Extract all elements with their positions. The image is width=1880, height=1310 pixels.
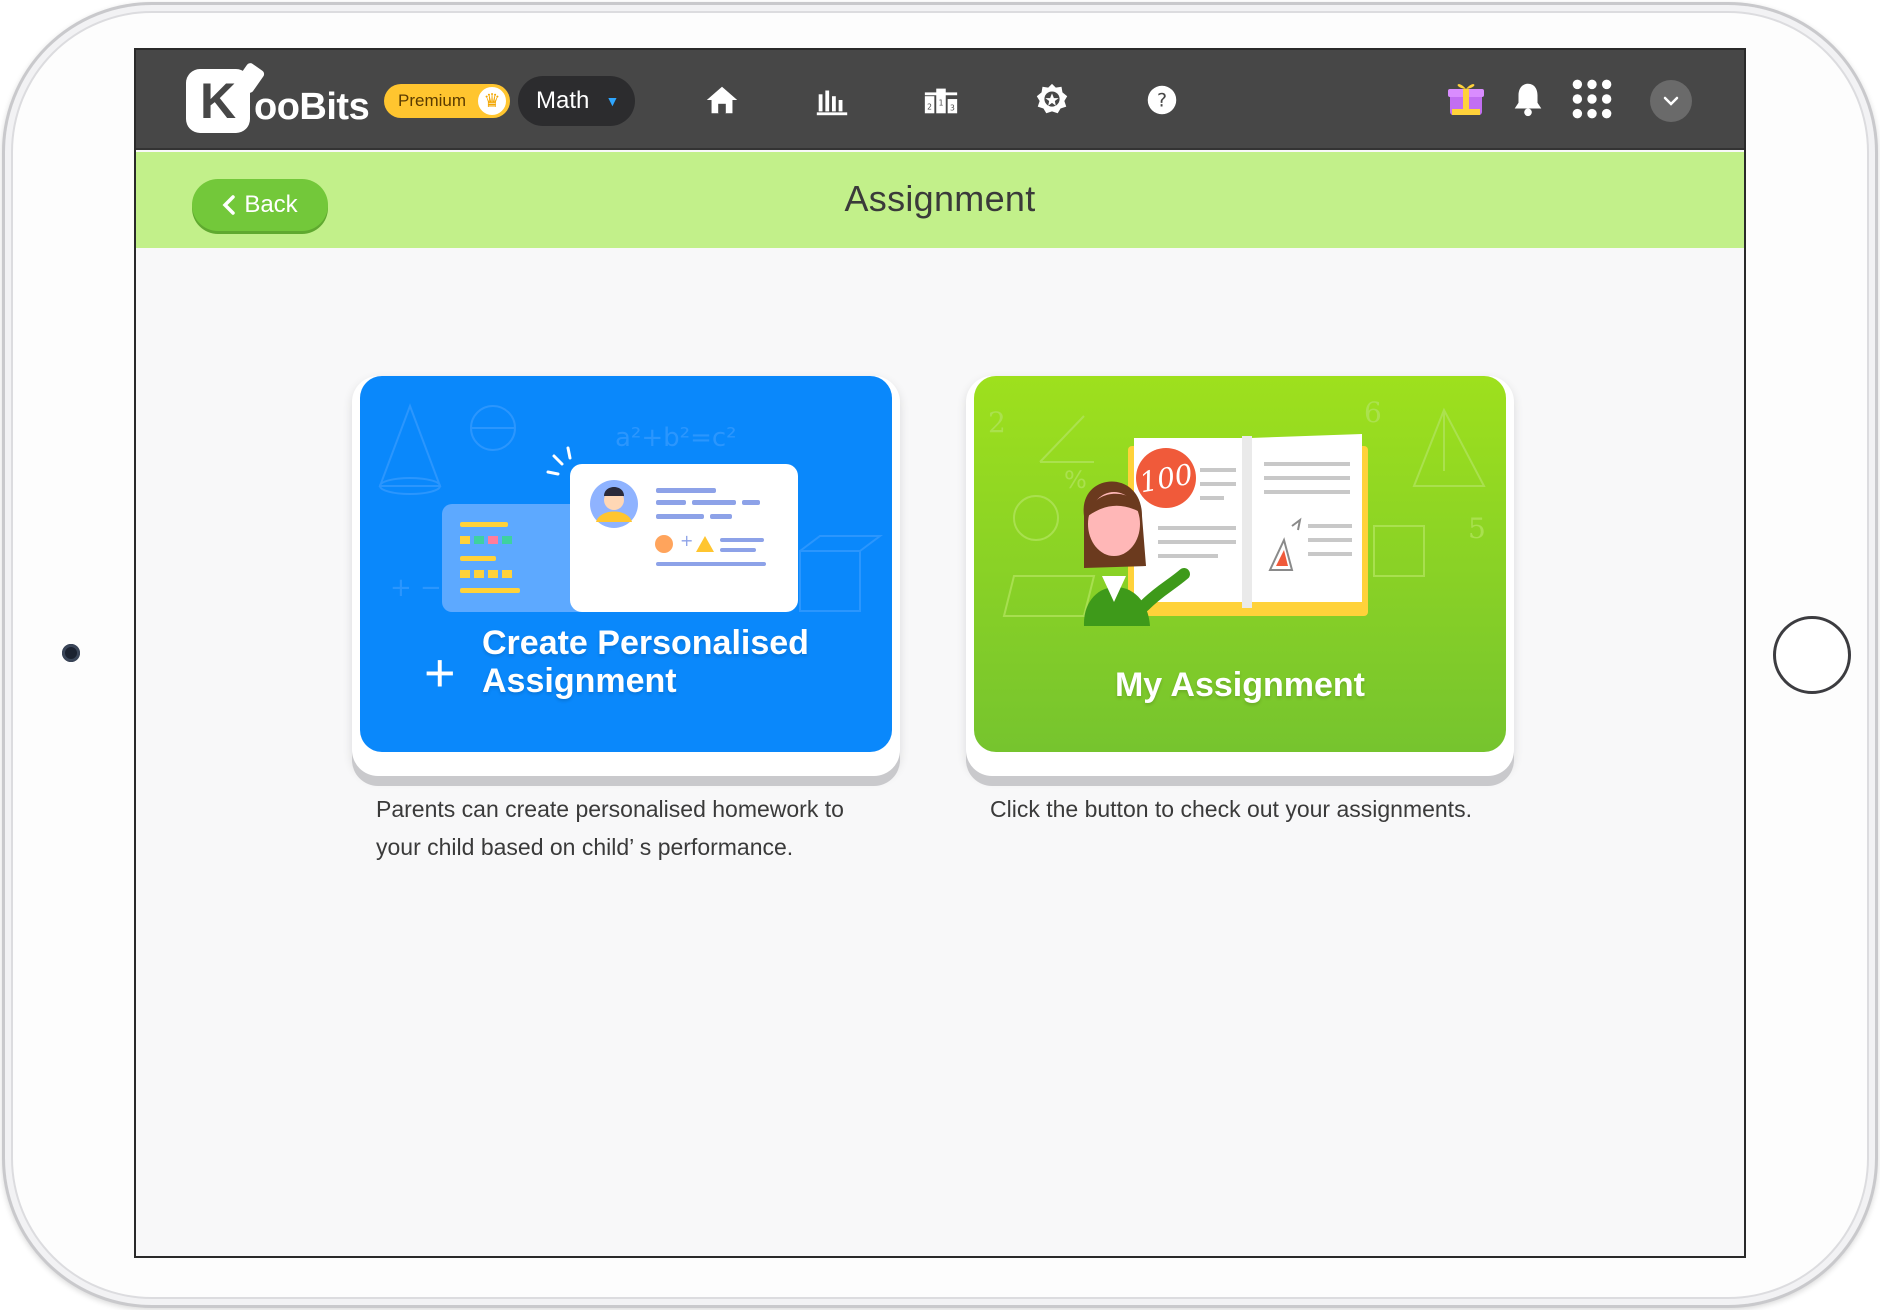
svg-text:a²+b²=c²: a²+b²=c² [615,423,737,453]
badge-icon[interactable] [1030,78,1074,122]
my-assignment-card[interactable]: 2 6 5 % 100 [966,376,1514,776]
logo-mark: K [186,69,250,133]
bell-icon[interactable] [1504,74,1552,124]
my-assignment-title: My Assignment [974,666,1506,704]
premium-badge[interactable]: Premium ♛ [384,84,510,118]
create-assignment-description-line2: your child based on child’ s performance… [376,828,844,866]
create-assignment-title: Create Personalised Assignment [482,624,809,700]
plus-icon: + [424,646,456,700]
apps-grid-icon[interactable] [1568,74,1616,124]
create-assignment-description-line1: Parents can create personalised homework… [376,790,844,828]
camera [62,644,80,662]
svg-text:3: 3 [950,103,955,112]
svg-text:2: 2 [927,103,932,112]
back-label: Back [244,191,297,219]
svg-text:+ −: + − [390,573,442,603]
logo-text: ooBits [254,86,369,129]
home-hardware-button[interactable] [1773,616,1851,694]
page-title: Assignment [136,178,1744,220]
caret-down-icon: ▼ [606,93,620,109]
subject-selector[interactable]: Math ▼ [518,76,635,126]
create-assignment-title-line2: Assignment [482,662,809,700]
help-icon[interactable]: ? [1140,78,1184,122]
svg-text:6: 6 [1364,396,1382,429]
svg-text:%: % [1064,466,1087,494]
create-assignment-card[interactable]: a²+b²=c² + − + [352,376,900,776]
premium-label: Premium [398,91,466,111]
my-assignment-description: Click the button to check out your assig… [990,790,1472,828]
svg-text:5: 5 [1468,512,1486,545]
app-screen: K ooBits Premium ♛ Math ▼ 213 ? [134,48,1746,1258]
page-header: Assignment Back [136,152,1744,248]
create-assignment-button[interactable]: a²+b²=c² + − + [360,376,892,752]
create-assignment-title-line1: Create Personalised [482,624,809,662]
chevron-down-icon[interactable] [1650,80,1692,122]
back-button[interactable]: Back [192,179,328,231]
svg-text:+: + [680,531,693,550]
svg-text:2: 2 [988,406,1006,439]
chevron-left-icon [222,195,236,215]
koobits-logo[interactable]: K ooBits [186,68,369,134]
top-navigation-bar: K ooBits Premium ♛ Math ▼ 213 ? [136,50,1744,150]
svg-text:?: ? [1157,90,1167,112]
home-icon[interactable] [700,78,744,122]
create-assignment-description: Parents can create personalised homework… [376,790,844,866]
leaderboard-icon[interactable]: 213 [919,78,963,122]
crown-icon: ♛ [476,85,508,117]
bar-chart-icon[interactable] [810,78,854,122]
gift-icon[interactable] [1442,74,1490,124]
subject-label: Math [536,87,589,115]
my-assignment-button[interactable]: 2 6 5 % 100 [974,376,1506,752]
svg-text:1: 1 [939,99,944,108]
